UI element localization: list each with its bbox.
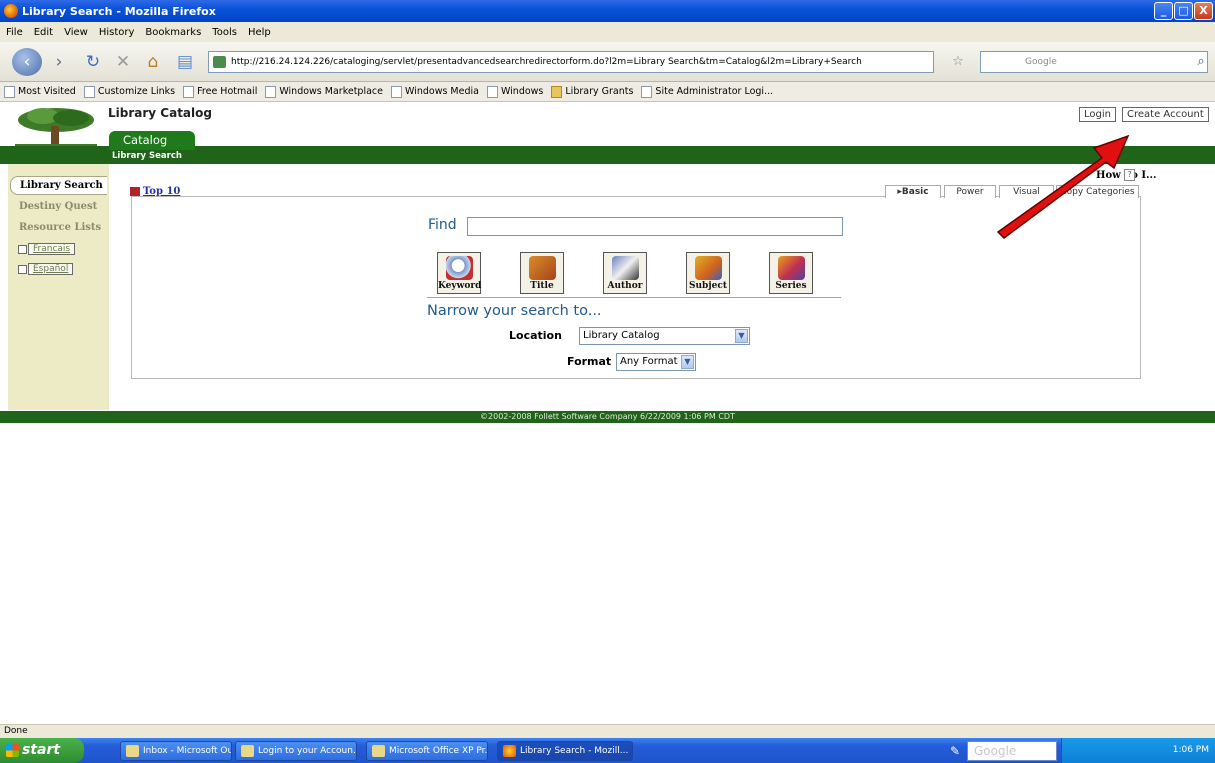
windows-logo-icon xyxy=(6,744,19,757)
menu-bar: File Edit View History Bookmarks Tools H… xyxy=(0,22,1215,42)
language-espanol[interactable]: Español xyxy=(18,263,74,275)
title-book-icon xyxy=(529,256,556,280)
subject-search-button[interactable]: Subject xyxy=(686,252,730,294)
format-label: Format xyxy=(567,355,612,368)
sidebar-item-destiny-quest[interactable]: Destiny Quest xyxy=(19,201,97,212)
clock: 1:06 PM xyxy=(1172,745,1209,755)
chevron-down-icon[interactable]: ▼ xyxy=(735,329,748,343)
find-label: Find xyxy=(428,217,457,233)
navigation-toolbar: ‹ › ↻ ✕ ⌂ ▤ http://216.24.124.226/catalo… xyxy=(0,42,1215,82)
subnav-library-search[interactable]: Library Search xyxy=(112,151,182,161)
author-search-button[interactable]: Author xyxy=(603,252,647,294)
site-icon xyxy=(213,56,226,68)
format-select[interactable]: Any Format ▼ xyxy=(616,353,696,371)
magnifier-icon xyxy=(446,256,473,280)
bookmark-free-hotmail[interactable]: Free Hotmail xyxy=(183,85,257,98)
series-search-button[interactable]: Series xyxy=(769,252,813,294)
footer-copyright: ©2002-2008 Follett Software Company 6/22… xyxy=(0,411,1215,423)
bookmark-windows-marketplace[interactable]: Windows Marketplace xyxy=(265,85,383,98)
window-titlebar: Library Search - Mozilla Firefox xyxy=(0,0,1215,22)
address-bar[interactable]: http://216.24.124.226/cataloging/servlet… xyxy=(208,51,934,73)
taskbar-item-library-search[interactable]: Library Search - Mozill... xyxy=(497,741,633,761)
menu-help[interactable]: Help xyxy=(248,27,271,38)
language-francais[interactable]: Francais xyxy=(18,243,76,255)
create-account-button[interactable]: Create Account xyxy=(1122,107,1209,122)
bookmark-icon xyxy=(83,85,95,98)
home-icon[interactable]: ⌂ xyxy=(140,50,166,74)
sidebar-item-library-search[interactable]: Library Search xyxy=(10,176,107,195)
menu-edit[interactable]: Edit xyxy=(34,27,53,38)
taskbar-item-login[interactable]: Login to your Accoun... xyxy=(235,741,357,761)
library-tree-logo xyxy=(15,108,97,148)
bookmark-windows-media[interactable]: Windows Media xyxy=(391,85,479,98)
series-123-icon xyxy=(778,256,805,280)
bookmark-icon xyxy=(486,85,498,98)
keyword-search-button[interactable]: Keyword xyxy=(437,252,481,294)
start-button[interactable]: start xyxy=(0,738,84,763)
address-text: http://216.24.124.226/cataloging/servlet… xyxy=(231,57,862,67)
title-search-button[interactable]: Title xyxy=(520,252,564,294)
quill-pen-icon xyxy=(612,256,639,280)
location-label: Location xyxy=(509,329,562,342)
outlook-icon xyxy=(126,745,139,757)
bookmark-most-visited[interactable]: Most Visited xyxy=(4,85,76,98)
folder-icon xyxy=(551,85,563,98)
search-input[interactable]: Google xyxy=(980,51,1208,73)
taskbar-item-office[interactable]: Microsoft Office XP Pr... xyxy=(366,741,488,761)
menu-file[interactable]: File xyxy=(6,27,23,38)
window-title: Library Search - Mozilla Firefox xyxy=(22,4,216,18)
bookmark-icon xyxy=(391,85,402,98)
browser-icon xyxy=(241,745,254,757)
menu-history[interactable]: History xyxy=(99,27,135,38)
tab-power[interactable]: Power xyxy=(944,185,996,198)
office-icon xyxy=(372,745,385,757)
search-icon[interactable]: ⌕ xyxy=(1188,50,1214,74)
system-tray: 1:06 PM xyxy=(1061,738,1215,763)
bookmark-library-grants[interactable]: Library Grants xyxy=(551,85,633,98)
bookmark-icon xyxy=(183,85,195,98)
minimize-button[interactable]: _ xyxy=(1154,2,1173,20)
top-10-link[interactable]: Top 10 xyxy=(130,186,180,197)
red-arrow-annotation xyxy=(996,134,1130,239)
sidebar-item-resource-lists[interactable]: Resource Lists xyxy=(19,222,101,233)
tab-catalog[interactable]: Catalog xyxy=(109,131,195,150)
bookmark-customize-links[interactable]: Customize Links xyxy=(83,85,175,98)
location-select[interactable]: Library Catalog ▼ xyxy=(579,327,750,345)
subject-s-icon xyxy=(695,256,722,280)
chevron-down-icon[interactable]: ▼ xyxy=(681,355,694,369)
bookmark-site-admin[interactable]: Site Administrator Logi... xyxy=(641,85,773,98)
reload-icon[interactable]: ↻ xyxy=(80,50,106,74)
login-button[interactable]: Login xyxy=(1079,107,1116,122)
narrow-search-heading: Narrow your search to... xyxy=(427,303,602,319)
add-bookmark-icon[interactable]: ▤ xyxy=(172,50,198,74)
stop-icon[interactable]: ✕ xyxy=(110,50,136,74)
bookmark-icon xyxy=(641,85,653,98)
pen-icon: ✎ xyxy=(950,744,961,758)
top10-book-icon xyxy=(130,187,140,196)
back-arrow-icon[interactable]: ‹ xyxy=(12,48,42,76)
app-title: Library Catalog xyxy=(108,106,212,120)
taskbar-item-outlook[interactable]: Inbox - Microsoft Out... xyxy=(120,741,232,761)
tab-basic[interactable]: ▸Basic xyxy=(885,185,941,198)
close-button[interactable]: X xyxy=(1194,2,1213,20)
menu-bookmarks[interactable]: Bookmarks xyxy=(145,27,201,38)
bookmark-icon xyxy=(265,85,277,98)
forward-arrow-icon[interactable]: › xyxy=(46,50,72,74)
google-toolbar-search[interactable]: Google xyxy=(967,741,1057,761)
language-icon xyxy=(18,264,27,274)
status-bar: Done xyxy=(0,724,1215,738)
bookmark-icon xyxy=(4,85,15,98)
star-icon[interactable]: ☆ xyxy=(945,50,971,74)
menu-tools[interactable]: Tools xyxy=(212,27,237,38)
menu-view[interactable]: View xyxy=(64,27,88,38)
search-placeholder: Google xyxy=(1025,57,1057,67)
maximize-button[interactable]: □ xyxy=(1174,2,1193,20)
find-input[interactable] xyxy=(467,217,843,236)
language-icon xyxy=(18,244,27,254)
divider xyxy=(427,297,841,298)
bookmarks-bar: Most Visited Customize Links Free Hotmai… xyxy=(0,82,1215,102)
firefox-icon xyxy=(4,4,18,18)
bookmark-windows[interactable]: Windows xyxy=(486,85,543,98)
firefox-icon xyxy=(503,745,516,757)
